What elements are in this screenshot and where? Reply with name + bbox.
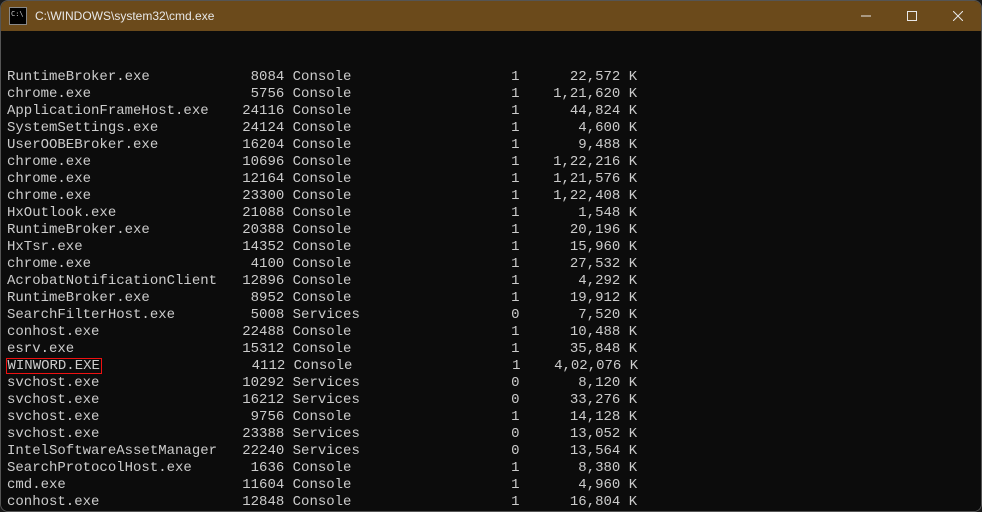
process-row: chrome.exe 23300 Console 1 1,22,408 K <box>7 188 975 205</box>
cmd-window: C:\WINDOWS\system32\cmd.exe RuntimeBroke… <box>0 0 982 512</box>
process-row: HxTsr.exe 14352 Console 1 15,960 K <box>7 239 975 256</box>
process-row: RuntimeBroker.exe 8084 Console 1 22,572 … <box>7 69 975 86</box>
process-row: svchost.exe 9756 Console 1 14,128 K <box>7 409 975 426</box>
process-row: ApplicationFrameHost.exe 24116 Console 1… <box>7 103 975 120</box>
process-row: svchost.exe 23388 Services 0 13,052 K <box>7 426 975 443</box>
process-row: chrome.exe 5756 Console 1 1,21,620 K <box>7 86 975 103</box>
highlighted-process: WINWORD.EXE <box>6 358 102 374</box>
process-row: RuntimeBroker.exe 8952 Console 1 19,912 … <box>7 290 975 307</box>
process-row: HxOutlook.exe 21088 Console 1 1,548 K <box>7 205 975 222</box>
process-row: chrome.exe 12164 Console 1 1,21,576 K <box>7 171 975 188</box>
process-row: RuntimeBroker.exe 20388 Console 1 20,196… <box>7 222 975 239</box>
window-title: C:\WINDOWS\system32\cmd.exe <box>35 9 843 23</box>
close-button[interactable] <box>935 1 981 31</box>
process-row: svchost.exe 16212 Services 0 33,276 K <box>7 392 975 409</box>
app-icon <box>9 7 27 25</box>
process-row: UserOOBEBroker.exe 16204 Console 1 9,488… <box>7 137 975 154</box>
process-row: conhost.exe 12848 Console 1 16,804 K <box>7 494 975 511</box>
process-row: cmd.exe 11604 Console 1 4,960 K <box>7 477 975 494</box>
minimize-button[interactable] <box>843 1 889 31</box>
process-row: SystemSettings.exe 24124 Console 1 4,600… <box>7 120 975 137</box>
process-row: chrome.exe 4100 Console 1 27,532 K <box>7 256 975 273</box>
process-row: esrv.exe 15312 Console 1 35,848 K <box>7 341 975 358</box>
terminal-area[interactable]: RuntimeBroker.exe 8084 Console 1 22,572 … <box>1 31 981 511</box>
process-row: WINWORD.EXE 4112 Console 1 4,02,076 K <box>7 358 975 375</box>
titlebar[interactable]: C:\WINDOWS\system32\cmd.exe <box>1 1 981 31</box>
process-row: SearchProtocolHost.exe 1636 Console 1 8,… <box>7 460 975 477</box>
maximize-button[interactable] <box>889 1 935 31</box>
process-row: AcrobatNotificationClient 12896 Console … <box>7 273 975 290</box>
process-row: conhost.exe 22488 Console 1 10,488 K <box>7 324 975 341</box>
process-row: SearchFilterHost.exe 5008 Services 0 7,5… <box>7 307 975 324</box>
process-row: svchost.exe 10292 Services 0 8,120 K <box>7 375 975 392</box>
process-row: IntelSoftwareAssetManager 22240 Services… <box>7 443 975 460</box>
process-row: chrome.exe 10696 Console 1 1,22,216 K <box>7 154 975 171</box>
